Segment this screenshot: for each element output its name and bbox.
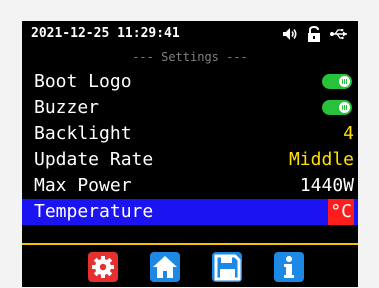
backlight-value: 4 bbox=[343, 123, 354, 144]
device-frame: 2021-12-25 11:29:41 --- Settings --- Boo… bbox=[0, 0, 379, 288]
menu-item-label: Temperature bbox=[34, 201, 154, 222]
section-title: --- Settings --- bbox=[132, 50, 248, 64]
usb-icon bbox=[329, 25, 349, 43]
boot-logo-toggle[interactable] bbox=[322, 74, 352, 89]
menu-item-label: Boot Logo bbox=[34, 71, 132, 92]
menu-item-label: Max Power bbox=[34, 175, 132, 196]
unlock-icon[interactable] bbox=[305, 25, 323, 43]
save-icon[interactable] bbox=[212, 252, 242, 282]
menu-item-label: Update Rate bbox=[34, 149, 154, 170]
menu-item-max-power[interactable]: Max Power 1440W bbox=[22, 173, 358, 199]
device-screen: 2021-12-25 11:29:41 --- Settings --- Boo… bbox=[22, 21, 358, 287]
update-rate-value: Middle bbox=[288, 149, 354, 170]
bottom-nav bbox=[22, 245, 358, 287]
max-power-value: 1440W bbox=[299, 175, 354, 196]
settings-gear-icon[interactable] bbox=[88, 252, 118, 282]
menu-item-backlight[interactable]: Backlight 4 bbox=[22, 121, 358, 147]
speaker-icon[interactable] bbox=[281, 25, 299, 43]
status-bar: 2021-12-25 11:29:41 bbox=[22, 21, 358, 47]
menu-item-boot-logo[interactable]: Boot Logo bbox=[22, 69, 358, 95]
menu-item-buzzer[interactable]: Buzzer bbox=[22, 95, 358, 121]
menu-item-update-rate[interactable]: Update Rate Middle bbox=[22, 147, 358, 173]
datetime-label: 2021-12-25 11:29:41 bbox=[31, 26, 180, 41]
menu-item-label: Buzzer bbox=[34, 97, 100, 118]
temperature-unit-badge: °C bbox=[328, 199, 354, 225]
menu-item-label: Backlight bbox=[34, 123, 132, 144]
home-icon[interactable] bbox=[150, 252, 180, 282]
toggle-knob bbox=[339, 76, 350, 87]
buzzer-toggle[interactable] bbox=[322, 100, 352, 115]
info-icon[interactable] bbox=[274, 252, 304, 282]
menu-item-temperature[interactable]: Temperature °C bbox=[22, 199, 358, 225]
toggle-knob bbox=[339, 102, 350, 113]
